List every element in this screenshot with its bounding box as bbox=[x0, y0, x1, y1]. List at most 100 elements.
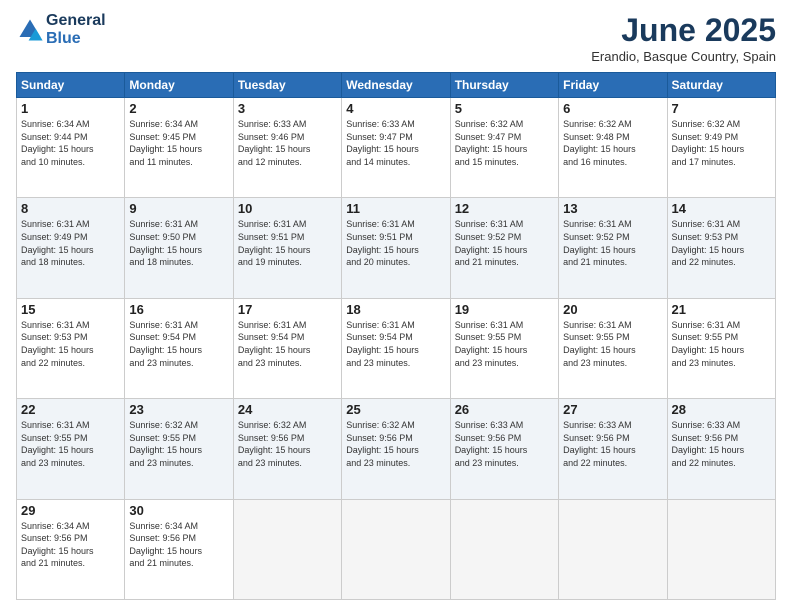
calendar-cell: 1 Sunrise: 6:34 AM Sunset: 9:44 PM Daylig… bbox=[17, 98, 125, 198]
calendar-cell: 4 Sunrise: 6:33 AM Sunset: 9:47 PM Daylig… bbox=[342, 98, 450, 198]
calendar-cell bbox=[450, 499, 558, 599]
cell-info: Sunrise: 6:32 AM Sunset: 9:56 PM Dayligh… bbox=[238, 419, 337, 469]
calendar-cell: 18Sunrise: 6:31 AM Sunset: 9:54 PM Dayli… bbox=[342, 298, 450, 398]
day-number: 14 bbox=[672, 201, 771, 216]
cell-info: Sunrise: 6:34 AM Sunset: 9:45 PM Dayligh… bbox=[129, 118, 228, 168]
weekday-header-friday: Friday bbox=[559, 73, 667, 98]
cell-info: Sunrise: 6:31 AM Sunset: 9:49 PM Dayligh… bbox=[21, 218, 120, 268]
cell-info: Sunrise: 6:31 AM Sunset: 9:53 PM Dayligh… bbox=[672, 218, 771, 268]
logo-text: General Blue bbox=[46, 12, 106, 48]
cell-info: Sunrise: 6:33 AM Sunset: 9:47 PM Dayligh… bbox=[346, 118, 445, 168]
calendar-cell bbox=[667, 499, 775, 599]
day-number: 30 bbox=[129, 503, 228, 518]
cell-info: Sunrise: 6:33 AM Sunset: 9:56 PM Dayligh… bbox=[563, 419, 662, 469]
page: General Blue June 2025 Erandio, Basque C… bbox=[0, 0, 792, 612]
calendar-cell: 25 Sunrise: 6:32 AM Sunset: 9:56 PM Dayli… bbox=[342, 399, 450, 499]
calendar-cell: 29 Sunrise: 6:34 AM Sunset: 9:56 PM Dayli… bbox=[17, 499, 125, 599]
calendar-cell: 10 Sunrise: 6:31 AM Sunset: 9:51 PM Dayli… bbox=[233, 198, 341, 298]
calendar-cell: 14 Sunrise: 6:31 AM Sunset: 9:53 PM Dayli… bbox=[667, 198, 775, 298]
day-number: 12 bbox=[455, 201, 554, 216]
day-number: 6 bbox=[563, 101, 662, 116]
calendar-week-4: 22 Sunrise: 6:31 AM Sunset: 9:55 PM Dayli… bbox=[17, 399, 776, 499]
weekday-header-monday: Monday bbox=[125, 73, 233, 98]
day-number: 26 bbox=[455, 402, 554, 417]
cell-info: Sunrise: 6:31 AM Sunset: 9:52 PM Dayligh… bbox=[455, 218, 554, 268]
calendar-cell: 8 Sunrise: 6:31 AM Sunset: 9:49 PM Daylig… bbox=[17, 198, 125, 298]
calendar-cell: 15 Sunrise: 6:31 AM Sunset: 9:53 PM Dayli… bbox=[17, 298, 125, 398]
calendar-week-1: 1 Sunrise: 6:34 AM Sunset: 9:44 PM Daylig… bbox=[17, 98, 776, 198]
cell-info: Sunrise: 6:32 AM Sunset: 9:48 PM Dayligh… bbox=[563, 118, 662, 168]
cell-info: Sunrise: 6:33 AM Sunset: 9:56 PM Dayligh… bbox=[672, 419, 771, 469]
calendar-cell: 12 Sunrise: 6:31 AM Sunset: 9:52 PM Dayli… bbox=[450, 198, 558, 298]
cell-info: Sunrise: 6:31 AM Sunset: 9:51 PM Dayligh… bbox=[238, 218, 337, 268]
calendar-cell: 7 Sunrise: 6:32 AM Sunset: 9:49 PM Daylig… bbox=[667, 98, 775, 198]
day-number: 9 bbox=[129, 201, 228, 216]
cell-info: Sunrise: 6:32 AM Sunset: 9:56 PM Dayligh… bbox=[346, 419, 445, 469]
day-number: 18 bbox=[346, 302, 445, 317]
cell-info: Sunrise: 6:32 AM Sunset: 9:55 PM Dayligh… bbox=[129, 419, 228, 469]
day-number: 11 bbox=[346, 201, 445, 216]
calendar-cell: 13 Sunrise: 6:31 AM Sunset: 9:52 PM Dayli… bbox=[559, 198, 667, 298]
calendar-cell: 17 Sunrise: 6:31 AM Sunset: 9:54 PM Dayli… bbox=[233, 298, 341, 398]
day-number: 13 bbox=[563, 201, 662, 216]
calendar-cell: 30 Sunrise: 6:34 AM Sunset: 9:56 PM Dayli… bbox=[125, 499, 233, 599]
cell-info: Sunrise: 6:34 AM Sunset: 9:56 PM Dayligh… bbox=[21, 520, 120, 570]
cell-info: Sunrise: 6:31 AM Sunset: 9:51 PM Dayligh… bbox=[346, 218, 445, 268]
calendar-cell: 21Sunrise: 6:31 AM Sunset: 9:55 PM Dayli… bbox=[667, 298, 775, 398]
weekday-header-tuesday: Tuesday bbox=[233, 73, 341, 98]
calendar-cell: 19Sunrise: 6:31 AM Sunset: 9:55 PM Dayli… bbox=[450, 298, 558, 398]
cell-info: Sunrise: 6:31 AM Sunset: 9:54 PM Dayligh… bbox=[238, 319, 337, 369]
day-number: 15 bbox=[21, 302, 120, 317]
day-number: 4 bbox=[346, 101, 445, 116]
day-number: 20 bbox=[563, 302, 662, 317]
title-block: June 2025 Erandio, Basque Country, Spain bbox=[591, 12, 776, 64]
cell-info: Sunrise: 6:34 AM Sunset: 9:44 PM Dayligh… bbox=[21, 118, 120, 168]
calendar-week-5: 29 Sunrise: 6:34 AM Sunset: 9:56 PM Dayli… bbox=[17, 499, 776, 599]
cell-info: Sunrise: 6:33 AM Sunset: 9:46 PM Dayligh… bbox=[238, 118, 337, 168]
day-number: 17 bbox=[238, 302, 337, 317]
day-number: 24 bbox=[238, 402, 337, 417]
logo: General Blue bbox=[16, 12, 106, 48]
day-number: 21 bbox=[672, 302, 771, 317]
day-number: 3 bbox=[238, 101, 337, 116]
cell-info: Sunrise: 6:31 AM Sunset: 9:53 PM Dayligh… bbox=[21, 319, 120, 369]
cell-info: Sunrise: 6:31 AM Sunset: 9:55 PM Dayligh… bbox=[455, 319, 554, 369]
calendar-cell: 11 Sunrise: 6:31 AM Sunset: 9:51 PM Dayli… bbox=[342, 198, 450, 298]
calendar-cell: 20 Sunrise: 6:31 AM Sunset: 9:55 PM Dayli… bbox=[559, 298, 667, 398]
day-number: 28 bbox=[672, 402, 771, 417]
cell-info: Sunrise: 6:32 AM Sunset: 9:49 PM Dayligh… bbox=[672, 118, 771, 168]
calendar-cell bbox=[233, 499, 341, 599]
weekday-header-row: SundayMondayTuesdayWednesdayThursdayFrid… bbox=[17, 73, 776, 98]
weekday-header-sunday: Sunday bbox=[17, 73, 125, 98]
day-number: 25 bbox=[346, 402, 445, 417]
day-number: 16 bbox=[129, 302, 228, 317]
day-number: 10 bbox=[238, 201, 337, 216]
cell-info: Sunrise: 6:31 AM Sunset: 9:52 PM Dayligh… bbox=[563, 218, 662, 268]
day-number: 2 bbox=[129, 101, 228, 116]
location: Erandio, Basque Country, Spain bbox=[591, 49, 776, 64]
calendar-cell: 27 Sunrise: 6:33 AM Sunset: 9:56 PM Dayli… bbox=[559, 399, 667, 499]
calendar-cell: 16 Sunrise: 6:31 AM Sunset: 9:54 PM Dayli… bbox=[125, 298, 233, 398]
calendar-week-3: 15 Sunrise: 6:31 AM Sunset: 9:53 PM Dayli… bbox=[17, 298, 776, 398]
month-title: June 2025 bbox=[591, 12, 776, 49]
day-number: 7 bbox=[672, 101, 771, 116]
day-number: 1 bbox=[21, 101, 120, 116]
cell-info: Sunrise: 6:31 AM Sunset: 9:55 PM Dayligh… bbox=[563, 319, 662, 369]
day-number: 8 bbox=[21, 201, 120, 216]
calendar-cell: 3 Sunrise: 6:33 AM Sunset: 9:46 PM Daylig… bbox=[233, 98, 341, 198]
cell-info: Sunrise: 6:34 AM Sunset: 9:56 PM Dayligh… bbox=[129, 520, 228, 570]
calendar-week-2: 8 Sunrise: 6:31 AM Sunset: 9:49 PM Daylig… bbox=[17, 198, 776, 298]
weekday-header-saturday: Saturday bbox=[667, 73, 775, 98]
day-number: 29 bbox=[21, 503, 120, 518]
calendar-cell: 22 Sunrise: 6:31 AM Sunset: 9:55 PM Dayli… bbox=[17, 399, 125, 499]
day-number: 22 bbox=[21, 402, 120, 417]
day-number: 27 bbox=[563, 402, 662, 417]
calendar-cell: 24 Sunrise: 6:32 AM Sunset: 9:56 PM Dayli… bbox=[233, 399, 341, 499]
calendar-cell: 2 Sunrise: 6:34 AM Sunset: 9:45 PM Daylig… bbox=[125, 98, 233, 198]
calendar-cell bbox=[559, 499, 667, 599]
cell-info: Sunrise: 6:31 AM Sunset: 9:55 PM Dayligh… bbox=[21, 419, 120, 469]
calendar-cell: 23Sunrise: 6:32 AM Sunset: 9:55 PM Dayli… bbox=[125, 399, 233, 499]
cell-info: Sunrise: 6:31 AM Sunset: 9:54 PM Dayligh… bbox=[129, 319, 228, 369]
calendar-cell: 6 Sunrise: 6:32 AM Sunset: 9:48 PM Daylig… bbox=[559, 98, 667, 198]
cell-info: Sunrise: 6:33 AM Sunset: 9:56 PM Dayligh… bbox=[455, 419, 554, 469]
